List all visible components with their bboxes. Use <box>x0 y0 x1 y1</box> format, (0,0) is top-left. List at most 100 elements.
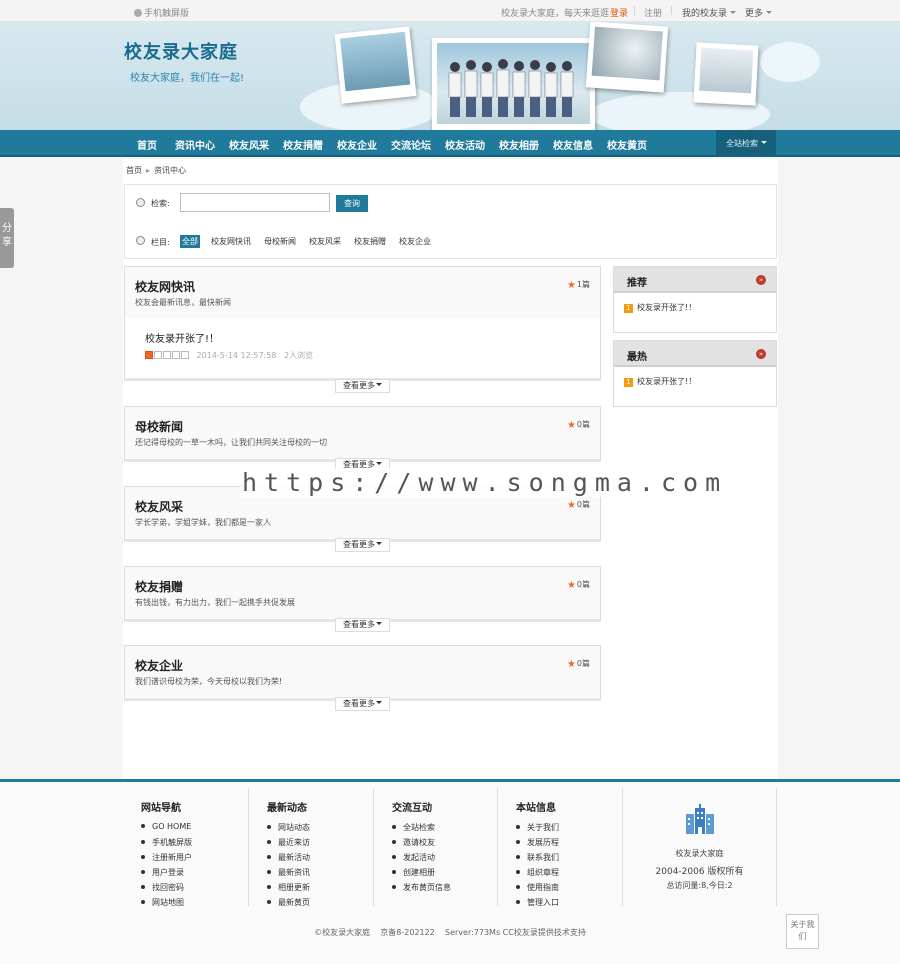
category-donation[interactable]: 校友捐赠 <box>352 235 388 248</box>
footer-brand: 校友录大家庭 2004-2006 版权所有 总访问量:8,今日:2 <box>622 788 777 906</box>
footer-link[interactable]: 网站地图 <box>141 897 192 912</box>
view-more-label: 查看更多 <box>343 540 375 549</box>
nav-item-info[interactable]: 校友信息 <box>553 137 593 152</box>
section-count-label: 0篇 <box>577 420 590 429</box>
footer-link[interactable]: 网站动态 <box>267 822 310 837</box>
footer-link[interactable]: 联系我们 <box>516 852 559 867</box>
section-count-label: 1篇 <box>577 280 590 289</box>
footer: 网站导航 GO HOME 手机触屏版 注册新用户 用户登录 找回密码 网站地图 … <box>0 779 900 964</box>
section-count: ★0篇 <box>567 499 590 511</box>
footer-link[interactable]: 发起活动 <box>392 852 451 867</box>
footer-column-title: 最新动态 <box>267 799 307 814</box>
nav-item-activities[interactable]: 校友活动 <box>445 137 485 152</box>
mobile-version-link[interactable]: 手机触屏版 <box>134 6 189 19</box>
about-us-button[interactable]: 关于我们 <box>786 914 819 949</box>
breadcrumb-home[interactable]: 首页 <box>126 166 142 175</box>
view-more-button[interactable]: 查看更多 <box>335 618 390 632</box>
divider: | <box>633 6 636 16</box>
section-title[interactable]: 校友企业 <box>135 657 183 674</box>
my-alumni-dropdown[interactable]: 我的校友录 <box>682 6 736 19</box>
nav-item-alumni-style[interactable]: 校友风采 <box>229 137 269 152</box>
footer-column-title: 交流互动 <box>392 799 432 814</box>
section-header: 校友网快讯 校友会最新讯息，最快新闻 ★1篇 <box>125 267 600 318</box>
more-dropdown[interactable]: 更多 <box>745 6 772 19</box>
nav-item-enterprise[interactable]: 校友企业 <box>337 137 377 152</box>
footer-link[interactable]: 组织章程 <box>516 867 559 882</box>
nav-item-home[interactable]: 首页 <box>137 137 157 152</box>
view-more-button[interactable]: 查看更多 <box>335 538 390 552</box>
footer-link[interactable]: GO HOME <box>141 822 192 837</box>
footer-link[interactable]: 找回密码 <box>141 882 192 897</box>
banner-photo <box>586 22 668 93</box>
post-title-link[interactable]: 校友录开张了!！ <box>145 330 219 345</box>
nav-item-forum[interactable]: 交流论坛 <box>391 137 431 152</box>
footer-link[interactable]: 全站检索 <box>392 822 451 837</box>
nav-item-news-center[interactable]: 资讯中心 <box>175 137 215 152</box>
more-arrow-icon[interactable]: » <box>756 349 766 359</box>
share-tab[interactable]: 分享 <box>0 208 14 268</box>
chevron-down-icon <box>376 622 382 625</box>
footer-link[interactable]: 最新资讯 <box>267 867 310 882</box>
login-link[interactable]: 登录 <box>610 6 628 19</box>
section-card: 校友捐赠 有钱出钱，有力出力，我们一起携手共促发展 ★0篇 <box>124 566 601 622</box>
sidebar-item-text: 校友录开张了!！ <box>637 303 696 312</box>
keyword-input[interactable] <box>180 193 330 212</box>
site-search-dropdown[interactable]: 全站检索 <box>716 130 776 155</box>
register-link[interactable]: 注册 <box>644 6 662 19</box>
footer-link[interactable]: 发布黄页信息 <box>392 882 451 897</box>
section-count: ★0篇 <box>567 579 590 591</box>
rank-badge: 1 <box>624 378 633 387</box>
footer-link[interactable]: 管理入口 <box>516 897 559 912</box>
footer-link[interactable]: 用户登录 <box>141 867 192 882</box>
site-logo-title[interactable]: 校友录大家庭 <box>124 38 238 64</box>
header-banner: 校友录大家庭 校友大家庭，我们在一起! <box>0 22 900 130</box>
sidebar-recommend: 推荐 » 1校友录开张了!！ <box>613 266 777 333</box>
category-all[interactable]: 全部 <box>180 235 200 248</box>
more-arrow-icon[interactable]: » <box>756 275 766 285</box>
footer-link[interactable]: 最近来访 <box>267 837 310 852</box>
search-panel: 检索: 查询 栏目: 全部 校友网快讯 母校新闻 校友风采 校友捐赠 校友企业 <box>124 184 777 259</box>
star-icon: ★ <box>567 420 576 431</box>
cloud-decoration <box>760 42 820 82</box>
breadcrumb-arrow-icon: ▸ <box>146 166 150 175</box>
rating-star-icon <box>181 351 189 359</box>
post-rating <box>145 351 193 360</box>
footer-link[interactable]: 相册更新 <box>267 882 310 897</box>
section-title[interactable]: 校友捐赠 <box>135 578 183 595</box>
search-submit-button[interactable]: 查询 <box>336 195 368 212</box>
footer-link[interactable]: 发展历程 <box>516 837 559 852</box>
category-alumni-news[interactable]: 校友网快讯 <box>209 235 253 248</box>
sidebar-list-item[interactable]: 1校友录开张了!！ <box>624 302 696 313</box>
footer-link[interactable]: 邀请校友 <box>392 837 451 852</box>
nav-item-donation[interactable]: 校友捐赠 <box>283 137 323 152</box>
footer-link[interactable]: 关于我们 <box>516 822 559 837</box>
sidebar-list-item[interactable]: 1校友录开张了!！ <box>624 376 696 387</box>
category-school-news[interactable]: 母校新闻 <box>262 235 298 248</box>
view-more-label: 查看更多 <box>343 620 375 629</box>
category-label: 栏目: <box>151 237 170 248</box>
nav-item-albums[interactable]: 校友相册 <box>499 137 539 152</box>
footer-link[interactable]: 最新活动 <box>267 852 310 867</box>
view-more-button[interactable]: 查看更多 <box>335 697 390 711</box>
site-search-label: 全站检索 <box>726 139 758 148</box>
view-more-button[interactable]: 查看更多 <box>335 379 390 393</box>
footer-link[interactable]: 注册新用户 <box>141 852 192 867</box>
search-icon <box>136 198 145 207</box>
sidebar-header: 推荐 » <box>614 267 776 293</box>
breadcrumb: 首页▸资讯中心 <box>126 165 186 176</box>
section-title[interactable]: 校友网快讯 <box>135 278 195 295</box>
nav-item-yellow-pages[interactable]: 校友黄页 <box>607 137 647 152</box>
footer-link[interactable]: 最新黄页 <box>267 897 310 912</box>
mobile-version-label: 手机触屏版 <box>144 9 189 19</box>
section-count: ★0篇 <box>567 658 590 670</box>
section-title[interactable]: 校友风采 <box>135 498 183 515</box>
category-alumni-style[interactable]: 校友风采 <box>307 235 343 248</box>
footer-link[interactable]: 创建相册 <box>392 867 451 882</box>
chevron-down-icon <box>730 11 736 14</box>
category-enterprise[interactable]: 校友企业 <box>397 235 433 248</box>
footer-link[interactable]: 使用指南 <box>516 882 559 897</box>
section-title[interactable]: 母校新闻 <box>135 418 183 435</box>
footer-column-interaction: 交流互动 全站检索 邀请校友 发起活动 创建相册 发布黄页信息 <box>374 788 498 906</box>
footer-link[interactable]: 手机触屏版 <box>141 837 192 852</box>
post-views: 2人浏览 <box>284 351 313 360</box>
